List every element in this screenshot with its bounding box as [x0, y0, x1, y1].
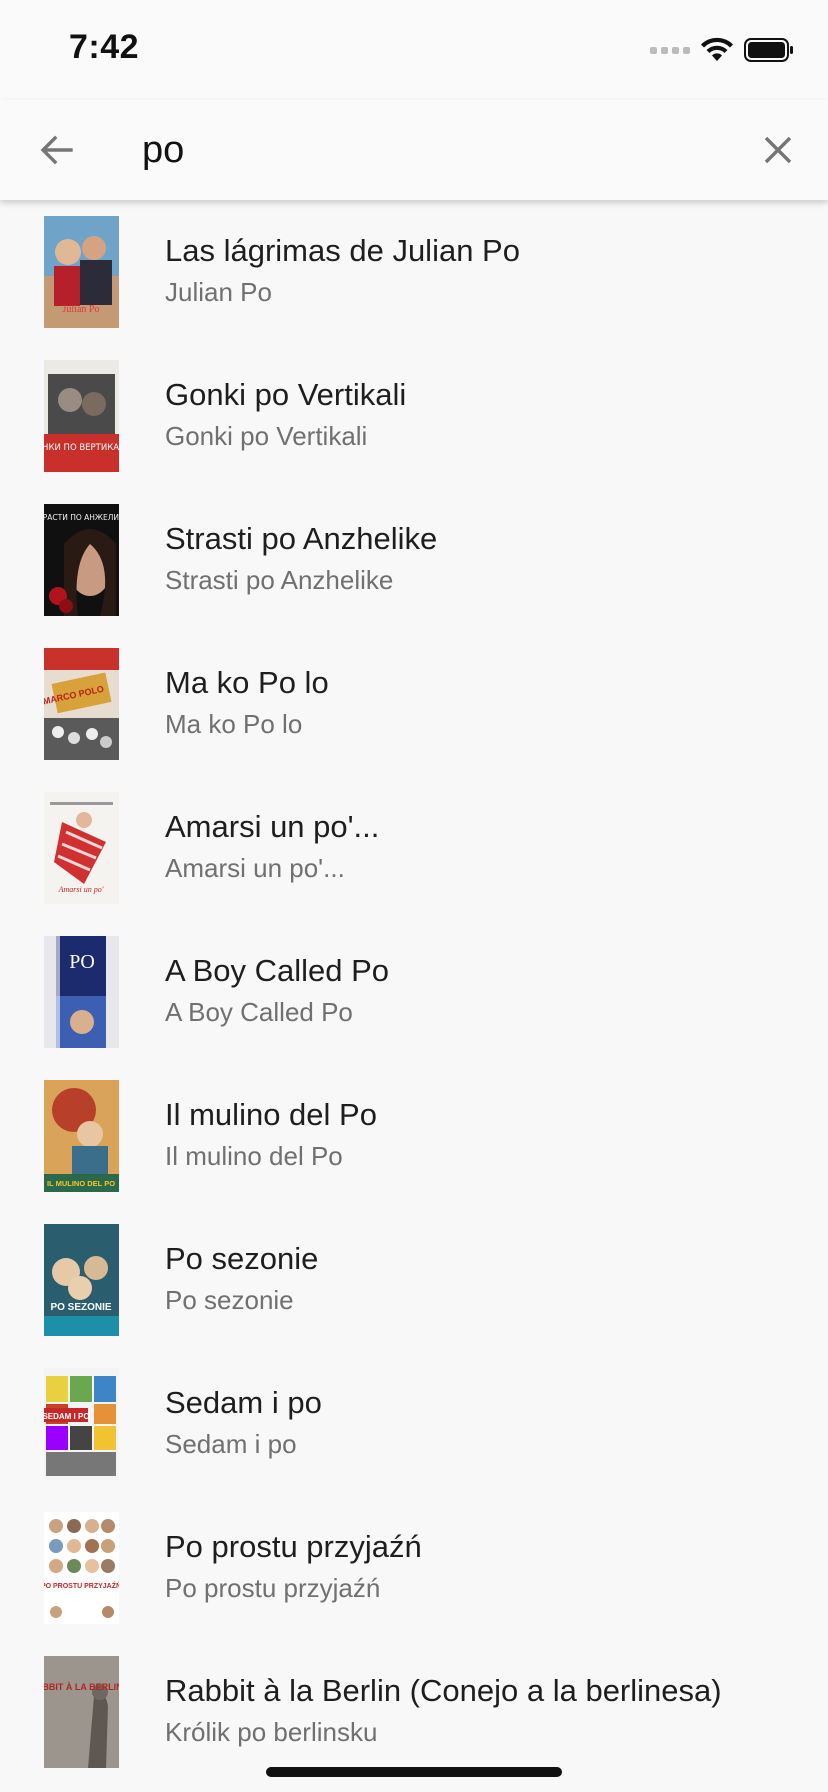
- movie-original-title: Królik po berlinsku: [165, 1717, 378, 1747]
- search-bar: [0, 100, 828, 200]
- arrow-left-icon: [40, 135, 73, 165]
- wifi-icon: [701, 37, 733, 61]
- movie-title: Gonki po Vertikali: [165, 377, 407, 412]
- movie-poster: PO: [44, 936, 119, 1048]
- close-icon: [764, 136, 792, 164]
- poster-title: PO SEZONIE: [50, 1302, 111, 1313]
- movie-title: Po sezonie: [165, 1241, 319, 1276]
- list-item[interactable]: PO SEZONIE Po sezonie Po sezonie: [0, 1208, 828, 1352]
- movie-title: Strasti po Anzhelike: [165, 521, 438, 556]
- poster-title: Amarsi un po': [58, 885, 104, 894]
- movie-poster: IL MULINO DEL PO: [44, 1080, 119, 1192]
- movie-title: Amarsi un po'...: [165, 809, 380, 844]
- movie-poster: RABBIT À LA BERLIN: [44, 1656, 119, 1768]
- search-results-list: Julian Po Las lágrimas de Julian Po Juli…: [0, 200, 828, 1792]
- movie-poster: Amarsi un po': [44, 792, 119, 904]
- movie-title: Las lágrimas de Julian Po: [165, 233, 520, 268]
- movie-title: Sedam i po: [165, 1385, 322, 1420]
- movie-original-title: Amarsi un po'...: [165, 853, 345, 883]
- poster-title: IL MULINO DEL PO: [47, 1179, 115, 1188]
- movie-title: Ma ko Po lo: [165, 665, 329, 700]
- status-time: 7:42: [69, 28, 140, 66]
- movie-original-title: A Boy Called Po: [165, 997, 353, 1027]
- poster-title: СТРАСТИ ПО АНЖЕЛИКЕ: [44, 513, 119, 522]
- list-item[interactable]: Amarsi un po' Amarsi un po'... Amarsi un…: [0, 776, 828, 920]
- movie-poster: PO PROSTU PRZYJAŹŃ: [44, 1512, 119, 1624]
- movie-original-title: Po prostu przyjaźń: [165, 1573, 381, 1603]
- movie-original-title: Julian Po: [165, 277, 272, 307]
- movie-title: Il mulino del Po: [165, 1097, 377, 1132]
- movie-poster: Julian Po: [44, 216, 119, 328]
- movie-poster: ГОНКИ ПО ВЕРТИКАЛИ: [44, 360, 119, 472]
- poster-title: PO PROSTU PRZYJAŹŃ: [44, 1581, 119, 1590]
- cellular-signal-icon: [650, 46, 690, 54]
- movie-poster: MARCO POLO: [44, 648, 119, 760]
- movie-original-title: Ma ko Po lo: [165, 709, 303, 739]
- poster-title: RABBIT À LA BERLIN: [44, 1682, 119, 1692]
- movie-original-title: Gonki po Vertikali: [165, 421, 368, 451]
- status-icons: [650, 34, 794, 66]
- status-bar: 7:42: [0, 0, 828, 100]
- list-item[interactable]: PO A Boy Called Po A Boy Called Po: [0, 920, 828, 1064]
- list-item[interactable]: MARCO POLO Ma ko Po lo Ma ko Po lo: [0, 632, 828, 776]
- movie-title: A Boy Called Po: [165, 953, 390, 988]
- movie-title: Rabbit à la Berlin (Conejo a la berlines…: [165, 1673, 722, 1708]
- movie-original-title: Il mulino del Po: [165, 1141, 343, 1171]
- list-item[interactable]: PO PROSTU PRZYJAŹŃ Po prostu przyjaźń Po…: [0, 1496, 828, 1640]
- clear-search-button[interactable]: [752, 124, 804, 176]
- movie-poster: PO SEZONIE: [44, 1224, 119, 1336]
- poster-title: ГОНКИ ПО ВЕРТИКАЛИ: [44, 443, 119, 453]
- home-indicator: [266, 1767, 562, 1777]
- movie-title: Po prostu przyjaźń: [165, 1529, 422, 1564]
- poster-title: SEDAM I PO: [44, 1412, 90, 1421]
- poster-title: Julian Po: [63, 304, 100, 315]
- list-item[interactable]: ГОНКИ ПО ВЕРТИКАЛИ Gonki po Vertikali Go…: [0, 344, 828, 488]
- back-button[interactable]: [30, 124, 82, 176]
- list-item[interactable]: SEDAM I PO Sedam i po Sedam i po: [0, 1352, 828, 1496]
- movie-poster: СТРАСТИ ПО АНЖЕЛИКЕ: [44, 504, 119, 616]
- movie-original-title: Strasti po Anzhelike: [165, 565, 394, 595]
- list-item[interactable]: Julian Po Las lágrimas de Julian Po Juli…: [0, 200, 828, 344]
- movie-original-title: Po sezonie: [165, 1285, 294, 1315]
- movie-poster: SEDAM I PO: [44, 1368, 119, 1480]
- poster-title: PO: [69, 951, 95, 973]
- battery-icon: [744, 38, 793, 62]
- list-item[interactable]: СТРАСТИ ПО АНЖЕЛИКЕ Strasti po Anzhelike…: [0, 488, 828, 632]
- movie-original-title: Sedam i po: [165, 1429, 297, 1459]
- search-input[interactable]: [142, 122, 722, 178]
- list-item[interactable]: IL MULINO DEL PO Il mulino del Po Il mul…: [0, 1064, 828, 1208]
- list-item[interactable]: RABBIT À LA BERLIN Rabbit à la Berlin (C…: [0, 1640, 828, 1784]
